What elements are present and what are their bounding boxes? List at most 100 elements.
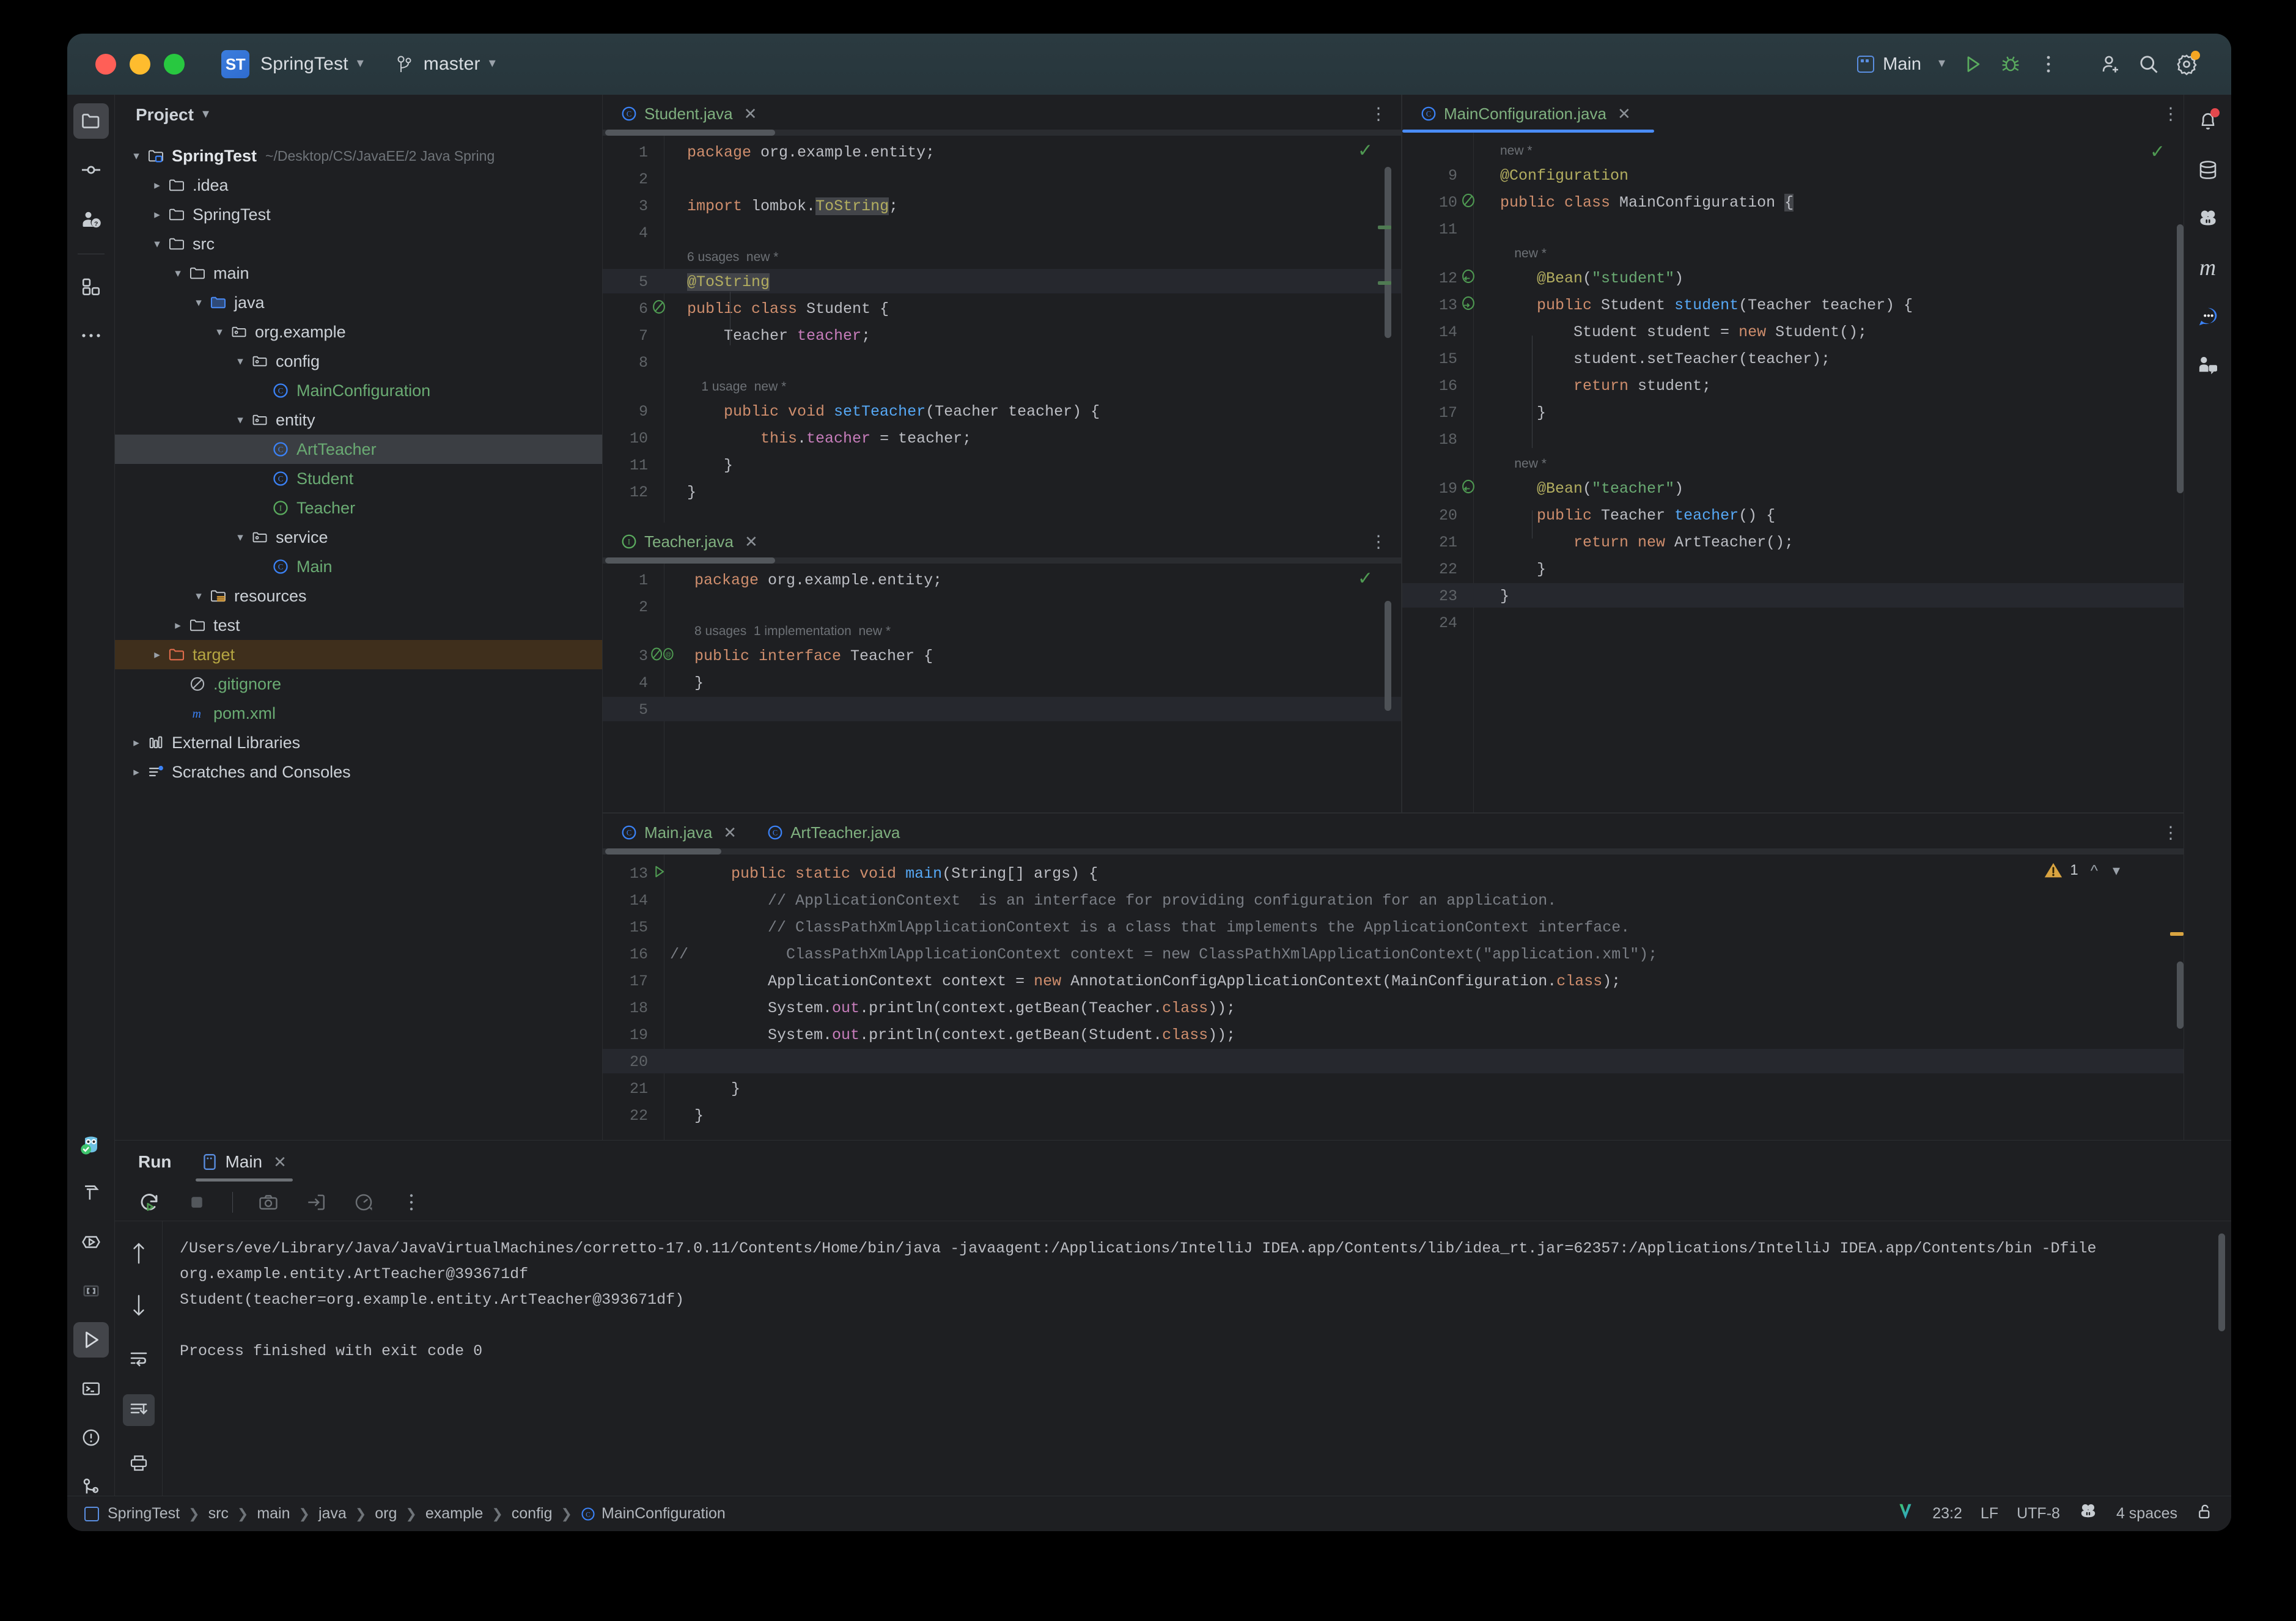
code-line[interactable]: public Teacher teacher() {	[1500, 507, 1775, 524]
more-tool-windows-icon[interactable]	[73, 318, 109, 353]
breadcrumb-item[interactable]: SpringTest	[108, 1505, 180, 1523]
terminal-icon[interactable]	[73, 1371, 109, 1406]
maven-icon[interactable]: m	[2190, 250, 2226, 285]
code-line[interactable]: ClassPathXmlApplicationContext context =…	[694, 946, 1657, 963]
tree-item-scratches-and-consoles[interactable]: ▸ Scratches and Consoles	[115, 757, 602, 787]
database-icon[interactable]	[2190, 152, 2226, 188]
tree-item-springtest[interactable]: ▸ SpringTest	[115, 200, 602, 229]
run-tab-main[interactable]: Main ✕	[196, 1149, 293, 1182]
lombok-icon[interactable]	[650, 298, 669, 317]
build-icon[interactable]	[73, 1175, 109, 1211]
tree-item-pom-xml[interactable]: m pom.xml	[115, 699, 602, 728]
tree-item-springtest[interactable]: ▾ SpringTest ~/Desktop/CS/JavaEE/2 Java Sp…	[115, 141, 602, 171]
code-line[interactable]: import lombok.ToString;	[687, 197, 898, 215]
chevron-down-icon[interactable]: ▾	[231, 413, 249, 427]
breadcrumb-item[interactable]: src	[208, 1505, 229, 1523]
sidebar-item-project[interactable]	[73, 103, 109, 139]
more-options-icon[interactable]: ⋮	[2162, 104, 2180, 124]
tree-item-gitignore[interactable]: .gitignore	[115, 669, 602, 699]
tab-artteacher-java[interactable]: C ArtTeacher.java	[757, 818, 910, 847]
chevron-down-icon[interactable]: ▾	[489, 55, 496, 71]
ai-owl-icon[interactable]	[73, 1127, 109, 1162]
tree-item-target[interactable]: ▸ target	[115, 640, 602, 669]
code-line[interactable]: package org.example.entity;	[687, 144, 935, 161]
code-line[interactable]: Student student = new Student();	[1500, 323, 1867, 341]
sidebar-item-pull-requests[interactable]: ?	[73, 201, 109, 237]
tree-item-org-example[interactable]: ▾ org.example	[115, 317, 602, 347]
chevron-right-icon[interactable]: ▸	[127, 736, 145, 750]
close-icon[interactable]: ✕	[745, 532, 758, 551]
chevron-down-icon[interactable]: ▾	[231, 355, 249, 369]
bean-out-icon[interactable]	[1460, 295, 1478, 313]
chevron-down-icon[interactable]: ▾	[231, 531, 249, 545]
profiler-icon[interactable]	[348, 1186, 380, 1218]
export-icon[interactable]	[300, 1186, 332, 1218]
lombok-impl-icon[interactable]: @	[650, 645, 685, 664]
chevron-down-icon[interactable]: ▾	[357, 55, 364, 71]
chevron-down-icon[interactable]: ▾	[169, 266, 187, 281]
code-vision-hint[interactable]: 6 usages new *	[687, 250, 778, 265]
run-anything-icon[interactable]	[73, 1224, 109, 1260]
camera-icon[interactable]	[252, 1186, 284, 1218]
scroll-down-icon[interactable]	[123, 1290, 155, 1321]
sidebar-item-plugins[interactable]	[73, 269, 109, 304]
editor-horizontal-scrollbar[interactable]	[605, 848, 721, 855]
code-line[interactable]: this.teacher = teacher;	[687, 430, 971, 447]
code-line[interactable]: }	[1500, 587, 1509, 605]
chevron-right-icon[interactable]: ▸	[148, 178, 166, 193]
code-line[interactable]: }	[1500, 404, 1546, 422]
tab-student-java[interactable]: C Student.java ✕	[611, 100, 767, 128]
chevron-up-icon[interactable]: ^	[2091, 861, 2098, 880]
tree-item-entity[interactable]: ▾ entity	[115, 405, 602, 435]
chevron-down-icon[interactable]: ▾	[189, 589, 208, 603]
chevron-down-icon[interactable]: ▾	[189, 296, 208, 310]
console-vertical-scrollbar[interactable]	[2218, 1233, 2225, 1331]
rerun-icon[interactable]	[133, 1186, 165, 1218]
breadcrumb-item[interactable]: config	[512, 1505, 553, 1523]
chevron-down-icon[interactable]: ▾	[210, 325, 229, 339]
breadcrumb-item[interactable]: main	[257, 1505, 290, 1523]
more-options-icon[interactable]: ⋮	[1370, 104, 1388, 124]
code-line[interactable]: System.out.println(context.getBean(Teach…	[694, 999, 1235, 1017]
tab-mainconfiguration-java[interactable]: C MainConfiguration.java ✕	[1411, 100, 1641, 128]
tree-item-artteacher[interactable]: C ArtTeacher	[115, 435, 602, 464]
search-icon[interactable]	[2130, 45, 2168, 83]
git-branch-widget[interactable]: master ▾	[397, 54, 496, 75]
code-line[interactable]: }	[694, 674, 704, 692]
code-line[interactable]: }	[694, 1080, 740, 1098]
code-line[interactable]: public interface Teacher {	[694, 647, 933, 665]
ai-assistant-icon[interactable]	[2078, 1502, 2098, 1526]
code-line[interactable]: public class Student {	[687, 300, 889, 318]
chevron-right-icon[interactable]: ▸	[127, 765, 145, 779]
minimize-window-button[interactable]	[130, 54, 150, 75]
tree-item-student[interactable]: C Student	[115, 464, 602, 493]
run-tool-window-icon[interactable]	[73, 1322, 109, 1358]
caret-position-label[interactable]: 23:2	[1932, 1505, 1962, 1523]
close-icon[interactable]: ✕	[723, 823, 737, 842]
bean-in-icon[interactable]	[1460, 268, 1478, 286]
tree-item-mainconfiguration[interactable]: C MainConfiguration	[115, 376, 602, 405]
close-window-button[interactable]	[95, 54, 116, 75]
code-vision-hint[interactable]: 1 usage new *	[687, 380, 786, 394]
console-output[interactable]: /Users/eve/Library/Java/JavaVirtualMachi…	[163, 1221, 2231, 1531]
code-vision-hint[interactable]: new *	[1500, 457, 1547, 471]
code-line[interactable]: student.setTeacher(teacher);	[1500, 350, 1830, 368]
inspection-ok-icon[interactable]: ✓	[1358, 140, 1373, 161]
code-editor-teacher[interactable]: 1 package org.example.entity; 2 8 usages 1 …	[603, 561, 1401, 812]
tree-item-test[interactable]: ▸ test	[115, 611, 602, 640]
code-line[interactable]: }	[694, 1107, 704, 1125]
tab-teacher-java[interactable]: I Teacher.java ✕	[611, 527, 768, 556]
code-editor-main[interactable]: 1 ^ ▾ 13 public static void main(String[…	[603, 851, 2193, 1161]
print-icon[interactable]	[123, 1447, 155, 1479]
lock-icon[interactable]	[2196, 1502, 2214, 1525]
code-line[interactable]: public void setTeacher(Teacher teacher) …	[687, 403, 1100, 421]
inspection-ok-icon[interactable]: ✓	[1358, 568, 1373, 589]
code-line[interactable]: package org.example.entity;	[694, 572, 942, 589]
maximize-window-button[interactable]	[164, 54, 185, 75]
editor-vertical-scrollbar[interactable]	[1385, 167, 1391, 338]
code-with-me-icon[interactable]	[2190, 348, 2226, 383]
tree-item-teacher[interactable]: I Teacher	[115, 493, 602, 523]
tree-item-main[interactable]: ▾ main	[115, 259, 602, 288]
code-line[interactable]: System.out.println(context.getBean(Stude…	[694, 1026, 1235, 1044]
code-line[interactable]: // ClassPathXmlApplicationContext is a c…	[694, 919, 1630, 936]
